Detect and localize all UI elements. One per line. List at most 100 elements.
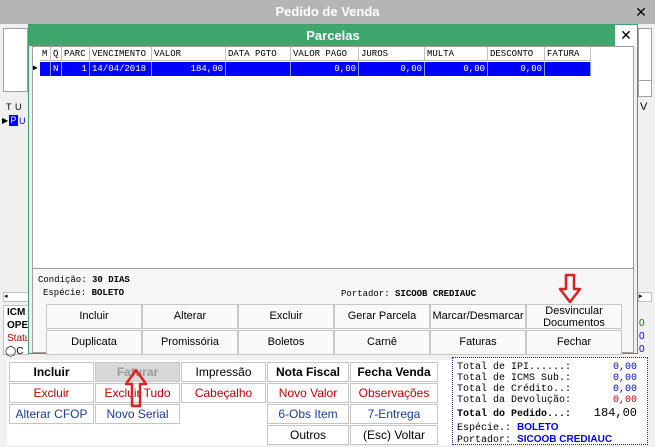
row-cell-u: U [19,116,26,126]
header-desconto: DESCONTO [488,47,545,61]
parcela-alterar-button[interactable]: Alterar [142,304,238,329]
dialog-bottom-panel: Condição: 30 DIAS Espécie: BOLETO Portad… [32,268,634,355]
icms-value: 0,00 [612,373,637,384]
carne-button[interactable]: Carnê [334,330,430,355]
radio-icon: ◯ [5,346,17,357]
column-header-t: T [6,102,12,112]
header-data-pgto: DATA PGTO [226,47,291,61]
icms-label: Total de ICMS Sub.: [457,373,572,384]
header-multa: MULTA [425,47,488,61]
cell-juros: 0,00 [359,62,425,76]
cell-vencimento: 14/04/2018 [90,62,152,76]
condicao-label: Condição: [38,275,87,285]
totals-portador-value: SICOOB CREDIAUC [517,434,613,445]
cell-data-pgto [226,62,291,76]
totals-especie-value: BOLETO [517,422,559,433]
row-pointer-icon: ▶ [2,116,9,125]
status-label: Statu [7,333,31,344]
partial-value-1: 0 [639,318,645,329]
parcela-incluir-button[interactable]: Incluir [46,304,142,329]
ope-label: OPE [7,320,29,331]
header-parc: PARC [62,47,90,61]
column-header-u: U [15,102,22,112]
partial-value-2: 0 [639,331,645,342]
parcela-excluir-button[interactable]: Excluir [238,304,334,329]
header-fatura: FATURA [545,47,591,61]
close-icon[interactable]: ✕ [630,2,652,22]
excluir-main-button[interactable]: Excluir [9,383,94,403]
header-m: M [40,47,51,61]
partial-value-3: 0 [639,344,645,355]
cell-valor: 184,00 [152,62,226,76]
novo-valor-button[interactable]: Novo Valor [267,383,349,403]
voltar-button[interactable]: (Esc) Voltar [350,425,438,445]
ipi-value: 0,00 [612,362,637,373]
boletos-button[interactable]: Boletos [238,330,334,355]
pedido-value: 184,00 [593,406,637,420]
devolucao-label: Total da Devolução: [457,395,572,406]
cell-valor-pago: 0,00 [291,62,359,76]
desvincular-documentos-button[interactable]: Desvincular Documentos [526,304,622,329]
totals-especie: Espécie.: BOLETO [457,422,559,434]
credito-value: 0,00 [612,384,637,395]
observacoes-button[interactable]: Observações [350,383,438,403]
faturas-button[interactable]: Faturas [430,330,526,355]
gerar-parcela-button[interactable]: Gerar Parcela [334,304,430,329]
especie: Espécie: BOLETO [43,288,124,298]
row-selected-cell[interactable]: P [9,115,18,126]
especie-label: Espécie: [43,288,87,298]
ipi-label: Total de IPI......: [457,362,572,373]
promissoria-button[interactable]: Promissória [142,330,238,355]
outros-button[interactable]: Outros [267,425,349,445]
header-valor: VALOR [152,47,226,61]
annotation-arrow-down-icon [558,273,582,304]
duplicata-button[interactable]: Duplicata [46,330,142,355]
parcelas-dialog: Parcelas ✕ M Q PARC VENCIMENTO VALOR DAT… [28,24,638,355]
nota-fiscal-button[interactable]: Nota Fiscal [267,362,349,382]
header-q: Q [51,47,62,61]
totals-panel: Total de IPI......: 0,00 Total de ICMS S… [452,357,648,446]
row-indicator-icon: ▶ [33,64,38,73]
totals-portador-label: Portador: [457,435,512,446]
column-header-v: V [640,101,648,113]
condicao: Condição: 30 DIAS [38,275,130,285]
entrega-button[interactable]: 7-Entrega [350,404,438,424]
header-vencimento: VENCIMENTO [90,47,152,61]
totals-portador: Portador: SICOOB CREDIAUC [457,434,613,446]
dialog-close-icon[interactable]: ✕ [615,25,637,46]
portador-label: Portador: [341,289,390,299]
fecha-venda-button[interactable]: Fecha Venda [350,362,438,382]
alterar-cfop-button[interactable]: Alterar CFOP [9,404,94,424]
icm-label: ICM [7,307,26,318]
cell-m [40,62,51,76]
annotation-arrow-up-icon [124,368,148,408]
cell-q: N [51,62,62,76]
scroll-left-icon[interactable]: ◂ [3,292,29,302]
fechar-button[interactable]: Fechar [526,330,622,355]
impressao-button[interactable]: Impressão [181,362,266,382]
condicao-value: 30 DIAS [92,275,130,285]
radio-label: C [16,346,24,357]
parcelas-grid: M Q PARC VENCIMENTO VALOR DATA PGTO VALO… [32,46,634,286]
cell-fatura [545,62,591,76]
cabecalho-button[interactable]: Cabeçalho [181,383,266,403]
devolucao-value: 0,00 [612,395,637,406]
pedido-label: Total do Pedido...: [457,409,572,420]
background-scroll-box [638,80,652,97]
portador-value: SICOOB CREDIAUC [395,289,477,299]
cell-desconto: 0,00 [488,62,545,76]
main-window: Pedido de Venda ✕ T U ▶ P U V ◂ ▸ ICM OP… [0,0,655,447]
incluir-button[interactable]: Incluir [9,362,94,382]
radio-c[interactable]: ◯C [5,346,23,357]
header-juros: JUROS [359,47,425,61]
especie-value: BOLETO [91,288,125,298]
background-panel [3,28,28,92]
portador: Portador: SICOOB CREDIAUC [341,289,476,299]
obs-item-button[interactable]: 6-Obs Item [267,404,349,424]
header-valor-pago: VALOR PAGO [291,47,359,61]
marcar-desmarcar-button[interactable]: Marcar/Desmarcar [430,304,526,329]
dialog-title: Parcelas [29,25,637,46]
credito-label: Total de Crédito..: [457,384,572,395]
cell-parc: 1 [62,62,90,76]
scroll-right-icon[interactable]: ▸ [638,292,652,302]
